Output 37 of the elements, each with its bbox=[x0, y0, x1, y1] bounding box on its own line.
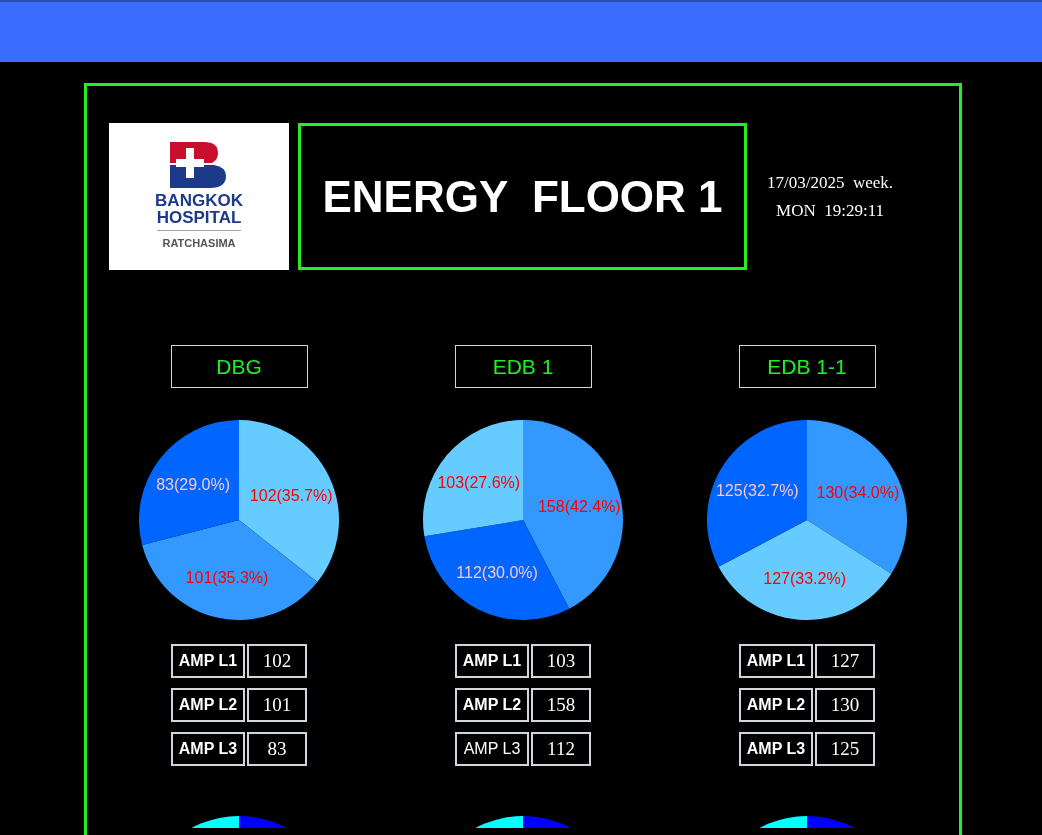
amp-label: AMP L1 bbox=[455, 644, 529, 678]
slice-label: 83(29.0%) bbox=[156, 476, 231, 494]
slice-label: 125(32.7%) bbox=[716, 482, 799, 500]
amp-label: AMP L3 bbox=[455, 732, 529, 766]
amp-value: 112 bbox=[531, 732, 591, 766]
amp-value: 125 bbox=[815, 732, 875, 766]
amp-label: AMP L1 bbox=[171, 644, 245, 678]
panel-title: EDB 1 bbox=[454, 345, 592, 388]
amp-value: 83 bbox=[247, 732, 307, 766]
slice-label: 102(35.7%) bbox=[249, 486, 333, 504]
date-text: 17/03/2025 week. bbox=[767, 171, 894, 194]
amp-value: 102 bbox=[247, 644, 307, 678]
slice-label: 158(42.4%) bbox=[538, 498, 621, 516]
amp-value: 101 bbox=[247, 688, 307, 722]
amp-value: 130 bbox=[815, 688, 875, 722]
time-text: MON 19:29:11 bbox=[776, 199, 885, 222]
slice-label: 103(27.6%) bbox=[437, 474, 521, 492]
amp-value: 158 bbox=[531, 688, 591, 722]
slice-label: 112(30.0%) bbox=[456, 563, 538, 581]
panel-title: DBG bbox=[170, 345, 308, 388]
slice-label: 101(35.3%) bbox=[185, 568, 269, 586]
amp-label: AMP L3 bbox=[171, 732, 245, 766]
slice-label: 127(33.2%) bbox=[763, 569, 846, 587]
panel-title: EDB 1-1 bbox=[738, 345, 876, 388]
amp-label: AMP L2 bbox=[739, 688, 813, 722]
amp-label: AMP L2 bbox=[455, 688, 529, 722]
amp-label: AMP L3 bbox=[739, 732, 813, 766]
slice-label: 130(34.0%) bbox=[816, 484, 900, 502]
amp-label: AMP L1 bbox=[739, 644, 813, 678]
amp-label: AMP L2 bbox=[171, 688, 245, 722]
logo-text: BANGKOK bbox=[155, 191, 243, 209]
amp-value: 127 bbox=[815, 644, 875, 678]
amp-value: 103 bbox=[531, 644, 591, 678]
logo-icon bbox=[170, 141, 228, 188]
page-title: ENERGY FLOOR 1 bbox=[322, 170, 723, 223]
logo-subtext: RATCHASIMA bbox=[162, 235, 236, 251]
logo-text: HOSPITAL bbox=[156, 208, 242, 231]
